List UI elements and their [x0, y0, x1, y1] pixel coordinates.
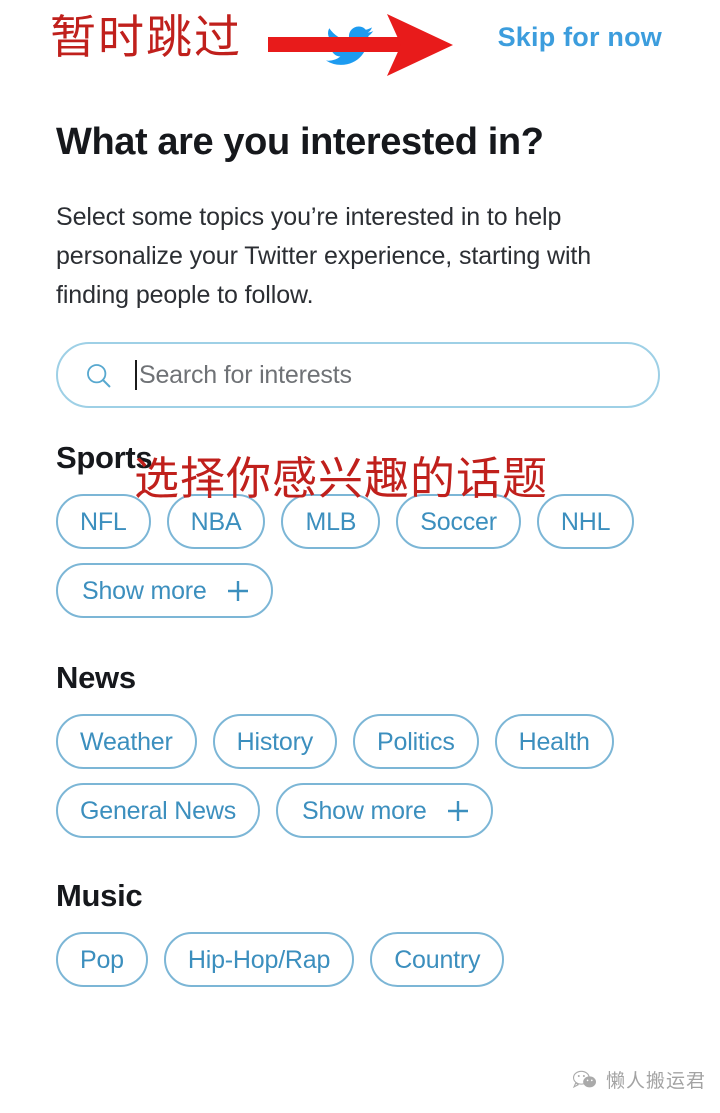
watermark-text: 懒人搬运君 — [606, 1066, 706, 1093]
search-placeholder: Search for interests — [139, 360, 352, 390]
search-icon — [84, 361, 113, 390]
topic-chip-nhl[interactable]: NHL — [537, 494, 634, 549]
chip-label: Hip-Hop/Rap — [188, 946, 330, 974]
chip-rows: NFL NBA MLB Soccer NHL Show more — [56, 494, 662, 618]
topic-chip-politics[interactable]: Politics — [353, 714, 479, 769]
show-more-button[interactable]: Show more — [276, 783, 493, 838]
skip-annotation-zh: 暂时跳过 — [50, 8, 242, 66]
chip-label: NBA — [191, 508, 242, 536]
chip-row: General News Show more — [56, 783, 662, 838]
chip-row: Weather History Politics Health — [56, 714, 662, 769]
chip-label: MLB — [305, 508, 356, 536]
chip-rows: Pop Hip-Hop/Rap Country — [56, 932, 662, 987]
section-music: Music Pop Hip-Hop/Rap Country — [56, 877, 662, 987]
topic-chip-weather[interactable]: Weather — [56, 714, 197, 769]
chip-label: NFL — [80, 508, 127, 536]
chip-label: Soccer — [420, 508, 497, 536]
topic-chip-history[interactable]: History — [213, 714, 337, 769]
topic-sections: SportsNFLNBAMLBSoccerNHLShow moreNewsWea… — [56, 439, 662, 987]
show-more-button[interactable]: Show more — [56, 563, 273, 618]
topic-chip-hip-hop-rap[interactable]: Hip-Hop/Rap — [164, 932, 354, 987]
annotation-arrow-group — [268, 12, 468, 78]
chip-label: Show more — [82, 577, 207, 605]
topic-chip-country[interactable]: Country — [370, 932, 504, 987]
chip-label: Politics — [377, 728, 455, 756]
chip-label: NHL — [561, 508, 610, 536]
search-input[interactable]: Search for interests — [56, 342, 660, 408]
red-arrow-annotation-icon — [268, 12, 468, 78]
topics-annotation-zh: 选择你感兴趣的话题 — [134, 453, 548, 505]
top-bar: 暂时跳过 Skip for now — [0, 0, 720, 92]
skip-for-now-button[interactable]: Skip for now — [498, 22, 662, 53]
topic-chip-pop[interactable]: Pop — [56, 932, 148, 987]
section-title: Music — [56, 877, 662, 915]
chip-label: Show more — [302, 797, 427, 825]
chip-rows: Weather History Politics Health General News… — [56, 714, 662, 838]
chip-row: Show more — [56, 563, 662, 618]
interests-page: What are you interested in? Select some … — [0, 119, 720, 987]
chip-label: Country — [394, 946, 480, 974]
chip-row: Pop Hip-Hop/Rap Country — [56, 932, 662, 987]
plus-icon — [445, 798, 471, 824]
chip-label: History — [237, 728, 313, 756]
chip-label: Health — [519, 728, 590, 756]
topic-chip-general-news[interactable]: General News — [56, 783, 260, 838]
chip-label: General News — [80, 797, 236, 825]
section-news: News Weather History Politics Health General … — [56, 659, 662, 838]
plus-icon — [225, 578, 251, 604]
chip-label: Weather — [80, 728, 173, 756]
text-caret — [135, 360, 137, 390]
page-title: What are you interested in? — [56, 119, 662, 165]
watermark: 懒人搬运君 — [572, 1066, 706, 1093]
chip-label: Pop — [80, 946, 124, 974]
page-description: Select some topics you’re interested in … — [56, 198, 662, 315]
wechat-icon — [572, 1069, 598, 1091]
section-title: News — [56, 659, 662, 697]
topic-chip-health[interactable]: Health — [495, 714, 614, 769]
